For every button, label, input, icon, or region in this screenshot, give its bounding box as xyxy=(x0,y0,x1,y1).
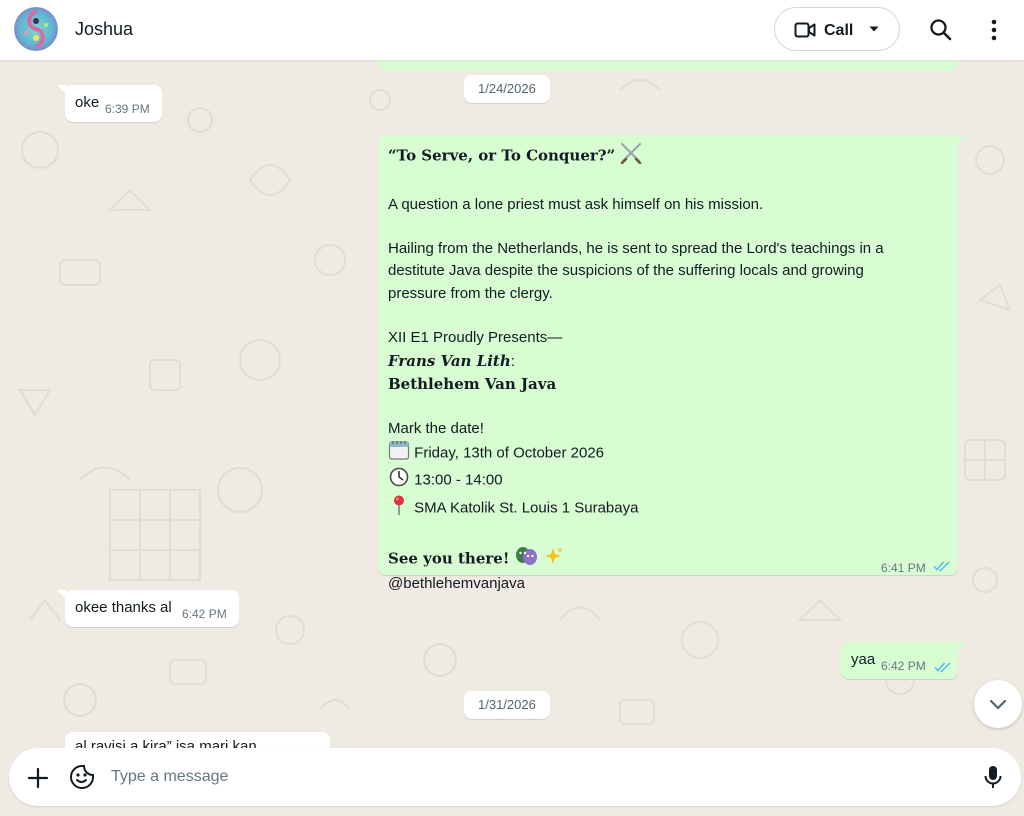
chevron-down-icon xyxy=(989,699,1007,710)
message-text: oke xyxy=(75,94,100,111)
plus-icon[interactable] xyxy=(25,765,51,796)
message-time: 6:42 PM xyxy=(182,607,227,621)
round-pushpin-icon xyxy=(388,494,410,523)
clock-icon xyxy=(388,467,410,494)
event-location: SMA Katolik St. Louis 1 Surabaya xyxy=(414,500,639,518)
message-bubble-outgoing[interactable]: “To Serve, or To Conquer?” A question a … xyxy=(378,135,966,592)
bubble-tail xyxy=(57,590,67,600)
promo-colon: : xyxy=(510,352,515,370)
call-label: Call xyxy=(824,22,854,39)
double-check-icon xyxy=(934,660,952,677)
promo-line: Mark the date! xyxy=(388,419,484,437)
message-text: yaa xyxy=(851,651,876,668)
promo-line: Hailing from the Netherlands, he is sent… xyxy=(388,240,884,258)
bubble-tail xyxy=(956,642,966,652)
promo-play-title: Bethlehem Van Java xyxy=(388,374,557,393)
scroll-to-bottom-button[interactable] xyxy=(974,680,1022,728)
message-composer: Type a message xyxy=(9,748,1021,806)
message-time: 6:39 PM xyxy=(105,102,150,116)
message-input[interactable]: Type a message xyxy=(111,768,228,786)
message-text: okee thanks al xyxy=(75,599,172,616)
promo-character-name: Frans Van Lith xyxy=(388,351,511,370)
date-separator: 1/24/2026 xyxy=(464,75,550,103)
see-you-text: See you there! xyxy=(388,549,510,568)
message-time: 6:42 PM xyxy=(881,659,926,673)
performing-arts-icon xyxy=(514,546,538,573)
message-bubble-incoming[interactable]: oke 6:39 PM xyxy=(57,85,162,122)
message-time: 6:41 PM xyxy=(881,561,926,575)
bubble-tail xyxy=(956,135,966,145)
bubble-tail xyxy=(57,85,67,95)
event-date: Friday, 13th of October 2026 xyxy=(414,444,605,462)
chevron-down-icon[interactable] xyxy=(866,21,882,42)
microphone-icon[interactable] xyxy=(981,764,1005,795)
sparkles-icon xyxy=(542,546,564,573)
promo-line: A question a lone priest must ask himsel… xyxy=(388,195,764,213)
chat-area[interactable]: 1/24/2026 oke 6:39 PM “To Serve, or To C… xyxy=(0,60,1024,750)
search-icon[interactable] xyxy=(921,10,961,50)
call-button[interactable]: Call xyxy=(774,7,900,51)
instagram-handle[interactable]: @bethlehemvanjava xyxy=(388,573,948,595)
double-check-icon xyxy=(933,557,951,579)
event-time: 13:00 - 14:00 xyxy=(414,471,503,489)
crossed-swords-icon xyxy=(619,142,643,171)
contact-avatar[interactable] xyxy=(14,7,58,51)
calendar-icon xyxy=(388,440,410,467)
promo-title: “To Serve, or To Conquer?” xyxy=(388,146,616,165)
message-bubble-incoming[interactable]: okee thanks al 6:42 PM xyxy=(57,590,239,627)
more-vertical-icon[interactable] xyxy=(974,10,1014,50)
message-bubble-outgoing[interactable]: yaa 6:42 PM xyxy=(841,642,966,679)
promo-line: destitute Java despite the suspicions of… xyxy=(388,262,864,280)
promo-line: pressure from the clergy. xyxy=(388,284,553,302)
promo-line: XII E1 Proudly Presents— xyxy=(388,329,563,347)
contact-name[interactable]: Joshua xyxy=(75,19,133,40)
date-separator: 1/31/2026 xyxy=(464,691,550,719)
message-bubble-outgoing-partial[interactable] xyxy=(378,60,958,70)
video-camera-icon xyxy=(794,20,816,45)
sticker-icon[interactable] xyxy=(69,764,95,795)
chat-header: Joshua Call xyxy=(0,0,1024,60)
